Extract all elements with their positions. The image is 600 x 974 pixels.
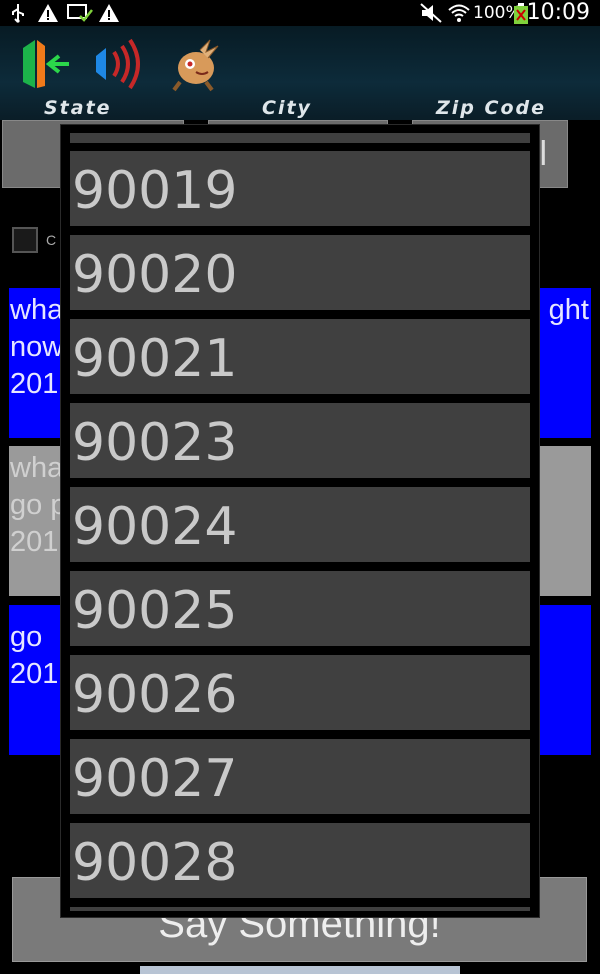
post-text-right: ght (548, 294, 589, 326)
status-bar: 100% 10:09 (0, 0, 600, 26)
zip-selector-edge: l (539, 135, 547, 173)
clock: 10:09 (526, 0, 590, 25)
list-item[interactable]: 90025 (70, 571, 530, 646)
mute-icon (420, 3, 442, 23)
usb-icon (12, 4, 24, 23)
list-item[interactable]: 90020 (70, 235, 530, 310)
list-item[interactable]: 90028 (70, 823, 530, 898)
list-item-partial (70, 907, 530, 911)
exit-icon[interactable] (15, 36, 75, 92)
warning-icon (99, 4, 119, 22)
action-bar: State City Zip Code (0, 26, 600, 120)
screen-check-icon (67, 4, 93, 22)
checkbox-label: C (46, 232, 57, 248)
list-item[interactable]: 90026 (70, 655, 530, 730)
tab-city[interactable]: City (262, 97, 312, 119)
list-item[interactable]: 90024 (70, 487, 530, 562)
list-item[interactable]: 90019 (70, 151, 530, 226)
warning-icon (38, 4, 58, 22)
zip-code-dropdown[interactable]: 90019 90020 90021 90023 90024 90025 9002… (60, 124, 540, 918)
filter-checkbox[interactable] (12, 227, 38, 253)
list-item[interactable]: 90021 (70, 319, 530, 394)
mascot-icon[interactable] (166, 36, 226, 92)
list-item[interactable]: 90023 (70, 403, 530, 478)
wifi-icon (448, 4, 470, 22)
speaker-icon[interactable] (90, 36, 150, 92)
list-item[interactable]: 90027 (70, 739, 530, 814)
list-item-partial (70, 133, 530, 143)
tab-zip-code[interactable]: Zip Code (436, 97, 546, 119)
tab-state[interactable]: State (44, 97, 112, 119)
ad-banner (140, 966, 460, 974)
